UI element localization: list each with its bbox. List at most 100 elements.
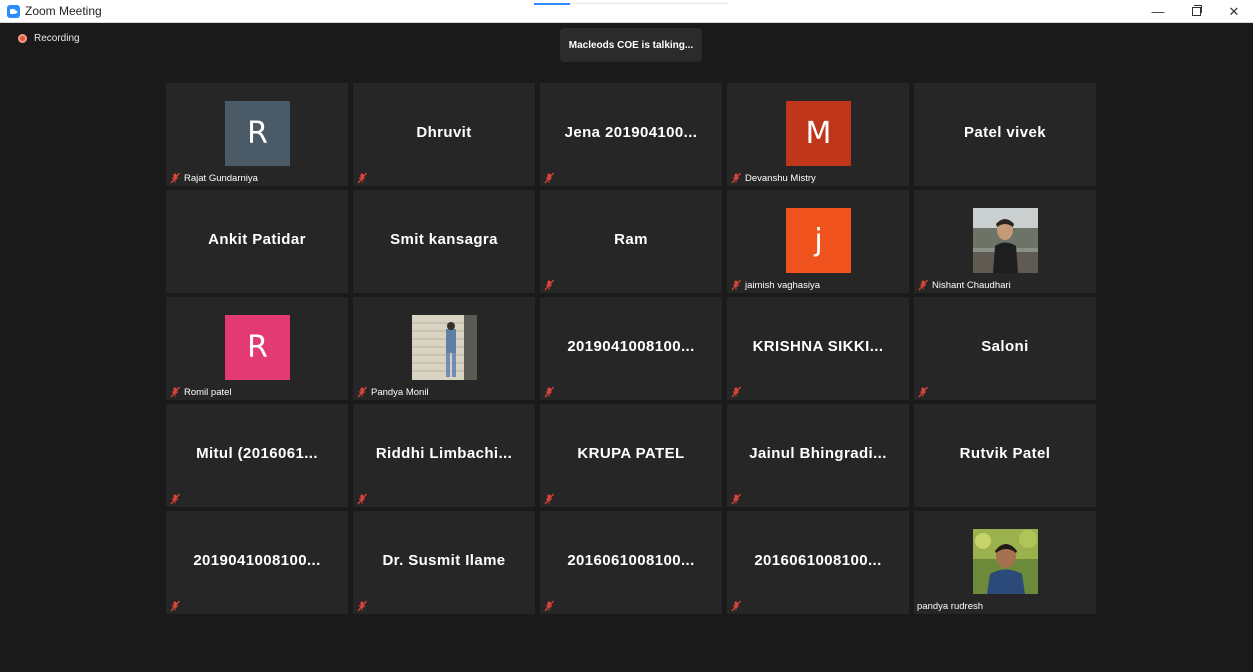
participant-avatar: M [786, 101, 851, 166]
participant-tile[interactable]: Nishant Chaudhari [914, 190, 1096, 293]
participant-label [917, 386, 932, 398]
mic-muted-icon [356, 600, 368, 612]
participant-display-name: Mitul (2016061... [196, 445, 318, 462]
participant-display-name: Saloni [981, 338, 1029, 355]
mic-muted-icon [730, 386, 742, 398]
participant-display-name: Patel vivek [964, 124, 1046, 141]
participant-label [356, 600, 371, 612]
mic-muted-icon [169, 493, 181, 505]
participant-display-name: KRUPA PATEL [577, 445, 685, 462]
mic-muted-icon [543, 493, 555, 505]
mic-muted-icon [543, 279, 555, 291]
participant-tile[interactable]: Jena 201904100... [540, 83, 722, 186]
title-accent-line [570, 3, 728, 4]
title-accent-bar [534, 3, 570, 5]
participant-name-label: Pandya Monil [371, 386, 429, 398]
participant-name-label: Nishant Chaudhari [932, 279, 1011, 291]
participant-display-name: Ram [614, 231, 648, 248]
zoom-app-icon [7, 4, 20, 18]
participant-label [169, 493, 184, 505]
participant-display-name: Rutvik Patel [959, 445, 1051, 462]
participant-display-name: Dhruvit [416, 124, 472, 141]
participant-tile[interactable]: Dr. Susmit Ilame [353, 511, 535, 614]
participant-label [543, 493, 558, 505]
close-icon: ✕ [1228, 3, 1240, 19]
mic-muted-icon [730, 172, 742, 184]
participant-tile[interactable]: 2019041008100... [166, 511, 348, 614]
mic-muted-icon [543, 600, 555, 612]
participant-tile[interactable]: Patel vivek [914, 83, 1096, 186]
participant-tile[interactable]: M Devanshu Mistry [727, 83, 909, 186]
participant-tile[interactable]: 2016061008100... [727, 511, 909, 614]
participant-label: Rajat Gundarniya [169, 172, 258, 184]
participant-tile[interactable]: 2016061008100... [540, 511, 722, 614]
participant-display-name: KRISHNA SIKKI... [752, 338, 884, 355]
participant-display-name: Jena 201904100... [564, 124, 698, 141]
minimize-icon: — [1151, 4, 1165, 19]
mic-muted-icon [917, 386, 929, 398]
participant-avatar: R [225, 315, 290, 380]
participant-name-label: Rajat Gundarniya [184, 172, 258, 184]
participant-label [356, 493, 371, 505]
mic-muted-icon [356, 386, 368, 398]
participant-tile[interactable]: Ankit Patidar [166, 190, 348, 293]
title-bar: Zoom Meeting — ✕ [0, 0, 1253, 23]
participant-tile[interactable]: j jaimish vaghasiya [727, 190, 909, 293]
participant-tile[interactable]: Smit kansagra [353, 190, 535, 293]
mic-muted-icon [730, 279, 742, 291]
participant-label [356, 172, 371, 184]
recording-indicator[interactable]: Recording [18, 33, 80, 44]
mic-muted-icon [169, 172, 181, 184]
mic-muted-icon [730, 600, 742, 612]
participant-label: pandya rudresh [917, 601, 983, 612]
restore-icon [1191, 5, 1202, 16]
active-speaker-banner: Macleods COE is talking... [560, 28, 702, 62]
participant-tile[interactable]: 2019041008100... [540, 297, 722, 400]
participant-name-label: pandya rudresh [917, 601, 984, 612]
recording-label: Recording [34, 33, 80, 44]
participant-tile[interactable]: Dhruvit [353, 83, 535, 186]
participant-tile[interactable]: R Rajat Gundarniya [166, 83, 348, 186]
participant-label [169, 600, 184, 612]
participant-label: Pandya Monil [356, 386, 429, 398]
window-controls: — ✕ [1139, 0, 1253, 23]
participant-tile[interactable]: Ram [540, 190, 722, 293]
participant-tile[interactable]: Pandya Monil [353, 297, 535, 400]
minimize-button[interactable]: — [1139, 0, 1177, 23]
participant-display-name: Riddhi Limbachi... [375, 445, 513, 462]
mic-muted-icon [356, 172, 368, 184]
participant-label [730, 386, 745, 398]
participant-avatar: R [225, 101, 290, 166]
participant-label [543, 172, 558, 184]
participant-label: Romil patel [169, 386, 232, 398]
participant-photo [973, 529, 1038, 594]
participant-tile[interactable]: Riddhi Limbachi... [353, 404, 535, 507]
participant-display-name: 2016061008100... [754, 552, 882, 569]
mic-muted-icon [917, 279, 929, 291]
participant-display-name: Dr. Susmit Ilame [382, 552, 506, 569]
close-button[interactable]: ✕ [1215, 0, 1253, 23]
participant-tile[interactable]: KRISHNA SIKKI... [727, 297, 909, 400]
participant-display-name: 2019041008100... [193, 552, 321, 569]
participant-tile[interactable]: pandya rudresh [914, 511, 1096, 614]
participant-tile[interactable]: Saloni [914, 297, 1096, 400]
participant-name-label: jaimish vaghasiya [745, 279, 820, 291]
participant-label [543, 600, 558, 612]
restore-button[interactable] [1177, 0, 1215, 23]
mic-muted-icon [543, 172, 555, 184]
participant-tile[interactable]: KRUPA PATEL [540, 404, 722, 507]
mic-muted-icon [169, 600, 181, 612]
participant-label [730, 600, 745, 612]
participant-label: Nishant Chaudhari [917, 279, 1011, 291]
participant-label: Devanshu Mistry [730, 172, 816, 184]
participant-tile[interactable]: Mitul (2016061... [166, 404, 348, 507]
recording-icon [18, 34, 27, 43]
participant-tile[interactable]: R Romil patel [166, 297, 348, 400]
participant-display-name: Jainul Bhingradi... [749, 445, 887, 462]
participant-avatar: j [786, 208, 851, 273]
participant-tile[interactable]: Jainul Bhingradi... [727, 404, 909, 507]
participant-tile[interactable]: Rutvik Patel [914, 404, 1096, 507]
participant-label: jaimish vaghasiya [730, 279, 820, 291]
mic-muted-icon [730, 493, 742, 505]
mic-muted-icon [169, 386, 181, 398]
